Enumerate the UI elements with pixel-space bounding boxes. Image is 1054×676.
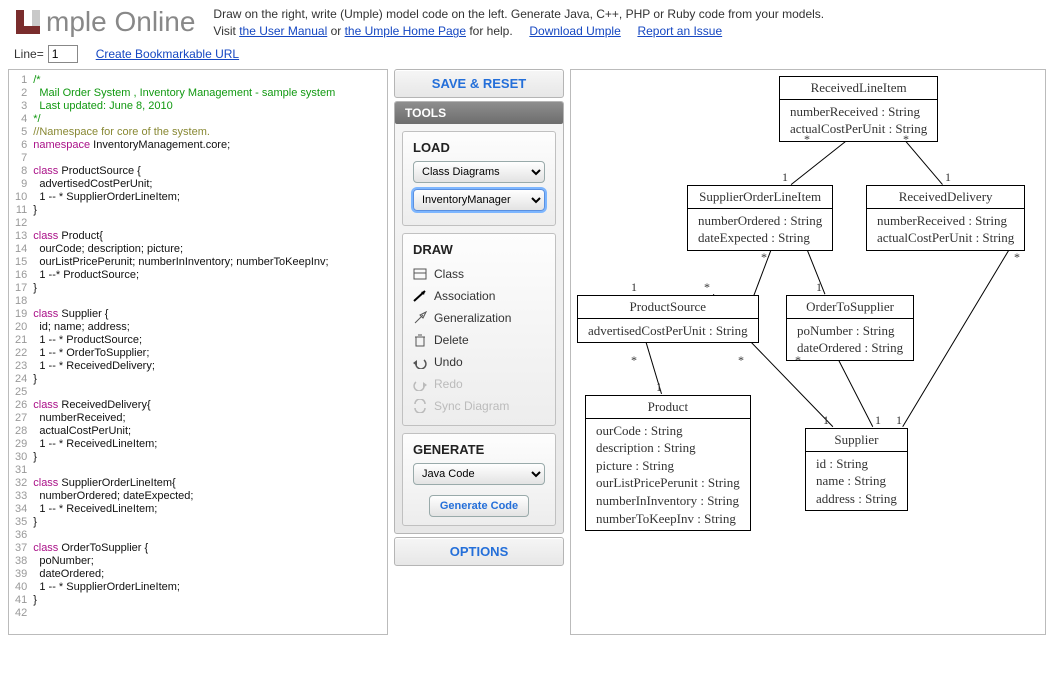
generate-code-button[interactable]: Generate Code [429, 495, 529, 517]
uml-class-OrderToSupplier[interactable]: OrderToSupplier poNumber : StringdateOrd… [786, 295, 914, 361]
code-editor[interactable]: 1234567891011121314151617181920212223242… [8, 69, 388, 635]
draw-item-label: Delete [434, 333, 469, 347]
tools-header[interactable]: TOOLS [395, 102, 563, 124]
line-label: Line= [14, 47, 44, 61]
draw-class-tool[interactable]: Class [413, 263, 545, 285]
draw-item-label: Generalization [434, 311, 511, 325]
uml-class-name: SupplierOrderLineItem [688, 186, 832, 209]
association-icon [413, 289, 427, 303]
logo-icon [14, 8, 42, 36]
multiplicity-label: 1 [656, 380, 662, 395]
uml-class-name: OrderToSupplier [787, 296, 913, 319]
umple-home-link[interactable]: the Umple Home Page [345, 24, 466, 38]
multiplicity-label: * [738, 353, 744, 368]
draw-title: DRAW [413, 242, 545, 257]
load-select-diagramtype[interactable]: Class Diagrams [413, 161, 545, 183]
multiplicity-label: * [1014, 250, 1020, 265]
bookmark-link[interactable]: Create Bookmarkable URL [96, 47, 239, 61]
draw-sync-tool: Sync Diagram [413, 395, 545, 417]
multiplicity-label: 1 [816, 280, 822, 295]
uml-class-SupplierOrderLineItem[interactable]: SupplierOrderLineItem numberOrdered : St… [687, 185, 833, 251]
draw-item-label: Sync Diagram [434, 399, 509, 413]
uml-class-attrs: numberOrdered : StringdateExpected : Str… [688, 209, 832, 250]
options-header[interactable]: OPTIONS [394, 537, 564, 566]
uml-class-name: Supplier [806, 429, 907, 452]
sync-icon [413, 399, 427, 413]
draw-association-tool[interactable]: Association [413, 285, 545, 307]
draw-item-label: Undo [434, 355, 463, 369]
download-umple-link[interactable]: Download Umple [529, 24, 620, 38]
multiplicity-label: 1 [631, 280, 637, 295]
blurb-line1: Draw on the right, write (Umple) model c… [213, 7, 824, 21]
uml-class-name: ReceivedDelivery [867, 186, 1024, 209]
multiplicity-label: 1 [823, 413, 829, 428]
draw-item-label: Redo [434, 377, 463, 391]
draw-generalization-tool[interactable]: Generalization [413, 307, 545, 329]
uml-class-attrs: advertisedCostPerUnit : String [578, 319, 758, 343]
load-title: LOAD [413, 140, 545, 155]
uml-class-name: Product [586, 396, 750, 419]
multiplicity-label: 1 [782, 170, 788, 185]
multiplicity-label: * [804, 132, 810, 147]
generate-select-lang[interactable]: Java Code [413, 463, 545, 485]
uml-class-attrs: id : Stringname : Stringaddress : String [806, 452, 907, 511]
user-manual-link[interactable]: the User Manual [239, 24, 327, 38]
redo-icon [413, 377, 427, 391]
logo-text: mple Online [46, 6, 195, 38]
multiplicity-label: 1 [875, 413, 881, 428]
uml-class-ProductSource[interactable]: ProductSource advertisedCostPerUnit : St… [577, 295, 759, 344]
uml-class-ReceivedLineItem[interactable]: ReceivedLineItem numberReceived : String… [779, 76, 938, 142]
delete-icon [413, 333, 427, 347]
draw-undo-tool[interactable]: Undo [413, 351, 545, 373]
draw-redo-tool: Redo [413, 373, 545, 395]
uml-class-ReceivedDelivery[interactable]: ReceivedDelivery numberReceived : String… [866, 185, 1025, 251]
load-select-example[interactable]: InventoryManager [413, 189, 545, 211]
multiplicity-label: * [903, 132, 909, 147]
uml-class-name: ProductSource [578, 296, 758, 319]
multiplicity-label: 1 [896, 413, 902, 428]
multiplicity-label: * [761, 250, 767, 265]
uml-diagram-canvas[interactable]: ReceivedLineItem numberReceived : String… [570, 69, 1046, 635]
uml-class-attrs: numberReceived : StringactualCostPerUnit… [867, 209, 1024, 250]
uml-class-Product[interactable]: Product ourCode : Stringdescription : St… [585, 395, 751, 531]
generalization-icon [413, 311, 427, 325]
multiplicity-label: * [704, 280, 710, 295]
header-blurb: Draw on the right, write (Umple) model c… [213, 6, 824, 41]
uml-class-attrs: ourCode : Stringdescription : Stringpict… [586, 419, 750, 530]
draw-delete-tool[interactable]: Delete [413, 329, 545, 351]
uml-class-name: ReceivedLineItem [780, 77, 937, 100]
uml-class-attrs: poNumber : StringdateOrdered : String [787, 319, 913, 360]
logo: mple Online [14, 6, 195, 38]
report-issue-link[interactable]: Report an Issue [637, 24, 722, 38]
generate-title: GENERATE [413, 442, 545, 457]
uml-class-Supplier[interactable]: Supplier id : Stringname : Stringaddress… [805, 428, 908, 512]
multiplicity-label: 1 [945, 170, 951, 185]
multiplicity-label: * [631, 353, 637, 368]
undo-icon [413, 355, 427, 369]
draw-item-label: Class [434, 267, 464, 281]
save-reset-button[interactable]: SAVE & RESET [394, 69, 564, 98]
line-input[interactable] [48, 45, 78, 63]
draw-item-label: Association [434, 289, 495, 303]
class-icon [413, 267, 427, 281]
multiplicity-label: * [795, 353, 801, 368]
